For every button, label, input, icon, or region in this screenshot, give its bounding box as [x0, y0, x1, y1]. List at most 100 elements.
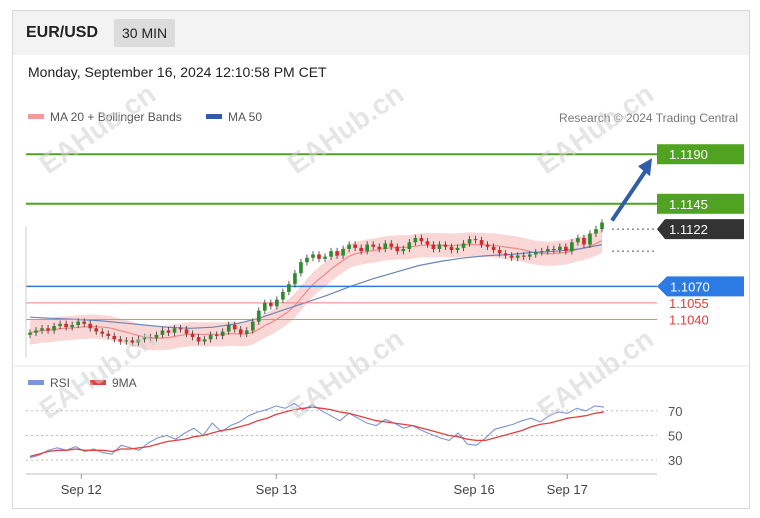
- candle: [437, 244, 442, 249]
- candle: [202, 339, 207, 342]
- candle: [154, 334, 159, 339]
- watermark-text: EAHub.cn: [282, 78, 409, 180]
- candle: [473, 239, 478, 241]
- candle: [275, 299, 279, 307]
- candle: [582, 237, 586, 245]
- candle: [545, 248, 550, 252]
- candle: [413, 237, 418, 243]
- candle: [40, 328, 44, 331]
- candle: [184, 329, 189, 334]
- rsi-tick-label: 50: [668, 428, 682, 443]
- candle: [88, 323, 93, 329]
- candle: [46, 328, 50, 331]
- candle: [419, 237, 424, 242]
- watermark-text: EAHub.cn: [34, 78, 161, 180]
- candle: [395, 246, 400, 252]
- candle: [347, 244, 351, 249]
- candle: [208, 334, 213, 340]
- candle: [570, 242, 574, 252]
- legend-label: MA 50: [228, 110, 262, 124]
- candle: [377, 246, 382, 249]
- level-value: 1.1070: [670, 279, 710, 294]
- legend-swatch: [28, 114, 44, 119]
- x-tick-label: Sep 16: [454, 482, 495, 497]
- candle: [431, 244, 436, 249]
- candle: [293, 273, 297, 285]
- candle: [527, 254, 532, 257]
- candle: [232, 324, 237, 330]
- level-value: 1.1055: [669, 296, 709, 311]
- candle: [533, 252, 538, 255]
- candle: [256, 310, 261, 322]
- watermark-text: EAHub.cn: [532, 323, 659, 425]
- candle: [497, 250, 502, 254]
- candle: [479, 240, 484, 245]
- candle: [106, 333, 111, 336]
- x-tick-label: Sep 13: [256, 482, 297, 497]
- candle: [521, 255, 526, 257]
- level-value: 1.1122: [669, 222, 708, 237]
- candle: [178, 328, 183, 330]
- candle: [365, 244, 369, 252]
- candle: [443, 244, 448, 247]
- candle: [311, 254, 315, 258]
- candle: [485, 244, 490, 247]
- candle: [160, 330, 165, 335]
- candle: [238, 329, 243, 334]
- candle: [539, 251, 544, 253]
- candle: [491, 246, 496, 251]
- watermark-text: EAHub.cn: [282, 323, 409, 425]
- candle: [58, 323, 62, 327]
- x-tick-label: Sep 17: [547, 482, 588, 497]
- candle: [166, 330, 171, 333]
- candle: [299, 262, 303, 274]
- candle: [359, 247, 363, 252]
- candle: [401, 248, 406, 252]
- candle: [76, 321, 80, 325]
- legend-swatch: [206, 114, 222, 119]
- candle: [407, 242, 412, 249]
- candle: [588, 233, 592, 245]
- rsi-tick-label: 30: [668, 453, 682, 468]
- candle: [455, 247, 460, 251]
- candle: [244, 330, 249, 334]
- candle: [112, 335, 117, 340]
- candle: [515, 255, 520, 258]
- candle: [341, 248, 345, 256]
- watermark-text: EAHub.cn: [532, 78, 659, 180]
- candle: [82, 321, 87, 324]
- candle: [564, 246, 568, 252]
- candle: [594, 229, 598, 234]
- candle: [28, 332, 32, 335]
- candle: [323, 256, 327, 259]
- candle: [449, 246, 454, 251]
- candle: [389, 243, 394, 247]
- x-tick-label: Sep 12: [61, 482, 102, 497]
- candle: [287, 284, 291, 292]
- level-value: 1.1145: [669, 197, 708, 212]
- candle: [371, 244, 376, 247]
- candle: [558, 246, 562, 251]
- rsi-tick-label: 70: [668, 404, 682, 419]
- candle: [305, 257, 309, 263]
- candle: [64, 323, 68, 328]
- candle: [220, 331, 225, 336]
- candle: [600, 222, 604, 230]
- candle: [269, 302, 273, 307]
- candle: [425, 241, 430, 245]
- candle: [34, 330, 38, 333]
- candle: [353, 244, 357, 248]
- candle: [383, 243, 388, 249]
- candle: [190, 333, 195, 338]
- candle: [226, 324, 231, 332]
- candle: [503, 253, 508, 256]
- candle: [52, 326, 56, 331]
- level-value: 1.1190: [669, 147, 708, 162]
- candle: [100, 331, 105, 334]
- candle: [467, 239, 472, 244]
- candle: [335, 251, 339, 256]
- candle: [172, 328, 177, 333]
- candle: [214, 334, 219, 336]
- candle: [263, 302, 267, 311]
- candle: [250, 321, 255, 331]
